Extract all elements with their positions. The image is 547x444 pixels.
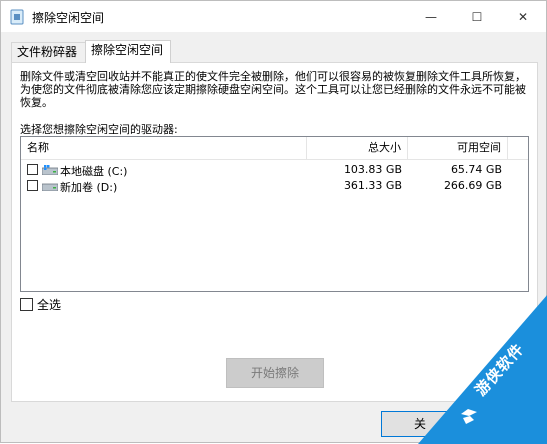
list-item[interactable]: 新加卷 (D:) 361.33 GB 266.69 GB [21,178,528,194]
select-all-label: 全选 [37,298,62,312]
system-drive-icon [42,165,58,175]
drive-name: 新加卷 (D:) [60,181,118,194]
tab-wipe-free-space[interactable]: 擦除空闲空间 [85,40,171,63]
start-wipe-button[interactable]: 开始擦除 [226,358,324,388]
close-icon: ✕ [517,9,529,24]
close-button[interactable]: ✕ [500,1,546,32]
minimize-icon: — [425,9,437,24]
watermark-triangle [418,294,547,444]
app-icon [10,9,24,25]
drive-icon [42,183,58,191]
drive-checkbox[interactable] [27,180,38,191]
drive-total-size: 103.83 GB [343,163,402,176]
tab-label: 文件粉碎器 [17,45,78,59]
description-text: 删除文件或清空回收站并不能真正的使文件完全被删除，他们可以很容易的被恢复删除文件… [20,70,526,109]
watermark: 游侠软件 [418,294,547,444]
column-header-total[interactable]: 总大小 [307,137,408,159]
minimize-button[interactable]: — [408,1,454,32]
drive-total-size: 361.33 GB [343,179,402,192]
drive-list[interactable]: 名称 总大小 可用空间 本地磁盘 (C:) 103.83 GB 65.74 GB [20,136,529,292]
tab-label: 擦除空闲空间 [91,43,164,57]
title-bar: 擦除空闲空间 — ☐ ✕ [1,1,546,32]
column-header-name[interactable]: 名称 [21,137,307,159]
tab-file-shredder[interactable]: 文件粉碎器 [11,42,86,62]
watermark-logo-icon [461,409,477,424]
window-title: 擦除空闲空间 [32,11,105,25]
drive-name: 本地磁盘 (C:) [60,165,128,178]
main-window: 擦除空闲空间 — ☐ ✕ 文件粉碎器 擦除空闲空间 删除文件或清空回收站并不能真… [0,0,547,444]
drive-free-space: 65.74 GB [450,163,502,176]
drive-free-space: 266.69 GB [443,179,502,192]
maximize-button[interactable]: ☐ [454,1,500,32]
select-all-box[interactable] [20,298,33,311]
maximize-icon: ☐ [471,9,483,24]
list-item[interactable]: 本地磁盘 (C:) 103.83 GB 65.74 GB [21,162,528,178]
column-header-free[interactable]: 可用空间 [408,137,508,159]
list-header: 名称 总大小 可用空间 [21,137,528,160]
drive-select-label: 选择您想擦除空闲空间的驱动器: [20,123,178,136]
drive-checkbox[interactable] [27,164,38,175]
